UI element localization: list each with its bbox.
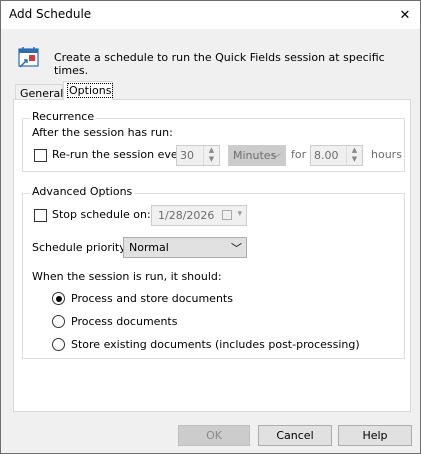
help-button[interactable]: Help bbox=[338, 425, 412, 446]
recurrence-legend: Recurrence bbox=[30, 110, 97, 123]
stepper-arrows-icon: ▲ ▼ bbox=[346, 146, 362, 165]
hours-value: 8.00 bbox=[314, 149, 339, 162]
calendar-schedule-icon bbox=[18, 47, 39, 68]
add-schedule-dialog: Add Schedule ✕ Create a schedule to run … bbox=[0, 0, 421, 454]
ok-button[interactable]: OK bbox=[178, 425, 250, 446]
options-panel: Recurrence After the session has run: Re… bbox=[13, 99, 411, 412]
calendar-icon bbox=[222, 210, 232, 220]
title-bar: Add Schedule ✕ bbox=[1, 1, 420, 29]
process-documents-label: Process documents bbox=[71, 315, 178, 328]
advanced-options-legend: Advanced Options bbox=[30, 185, 135, 198]
chevron-down-icon: ﹀ bbox=[271, 154, 281, 165]
close-button[interactable]: ✕ bbox=[390, 1, 420, 29]
interval-value: 30 bbox=[180, 149, 194, 162]
chevron-down-icon: ▾ bbox=[237, 209, 242, 219]
priority-value: Normal bbox=[129, 241, 169, 254]
header-description: Create a schedule to run the Quick Field… bbox=[54, 51, 385, 77]
unit-select[interactable]: Minutes ﹀ bbox=[228, 145, 286, 166]
when-run-label: When the session is run, it should: bbox=[32, 270, 222, 283]
rerun-checkbox[interactable] bbox=[34, 149, 47, 162]
store-existing-label: Store existing documents (includes post-… bbox=[71, 338, 360, 351]
tab-options[interactable]: Options bbox=[63, 81, 114, 100]
unit-value: Minutes bbox=[233, 149, 277, 162]
stepper-arrows-icon: ▲ ▼ bbox=[203, 146, 219, 165]
priority-label: Schedule priority: bbox=[32, 241, 129, 254]
radio-store-existing[interactable] bbox=[52, 338, 65, 351]
close-icon: ✕ bbox=[399, 7, 411, 23]
stop-schedule-checkbox[interactable] bbox=[34, 209, 47, 222]
chevron-down-icon: ﹀ bbox=[231, 242, 242, 255]
for-label: for bbox=[291, 148, 307, 161]
stop-date-value: 1/28/2026 bbox=[158, 209, 215, 222]
cancel-button[interactable]: Cancel bbox=[258, 425, 332, 446]
rerun-label: Re-run the session every: bbox=[52, 148, 192, 161]
radio-process-documents[interactable] bbox=[52, 315, 65, 328]
hours-label: hours bbox=[371, 148, 402, 161]
after-run-label: After the session has run: bbox=[32, 126, 173, 139]
priority-select[interactable]: Normal ﹀ bbox=[123, 237, 247, 258]
interval-stepper[interactable]: 30 ▲ ▼ bbox=[176, 145, 220, 166]
window-title: Add Schedule bbox=[9, 7, 92, 21]
stop-schedule-label: Stop schedule on: bbox=[52, 208, 151, 221]
tab-options-label: Options bbox=[66, 83, 114, 98]
radio-process-and-store[interactable] bbox=[52, 292, 65, 305]
tab-general[interactable]: General bbox=[15, 84, 63, 100]
process-and-store-label: Process and store documents bbox=[71, 292, 233, 305]
stop-date-picker[interactable]: 1/28/2026 ▾ bbox=[151, 205, 247, 226]
hours-stepper[interactable]: 8.00 ▲ ▼ bbox=[310, 145, 363, 166]
header-area: Create a schedule to run the Quick Field… bbox=[1, 29, 420, 79]
